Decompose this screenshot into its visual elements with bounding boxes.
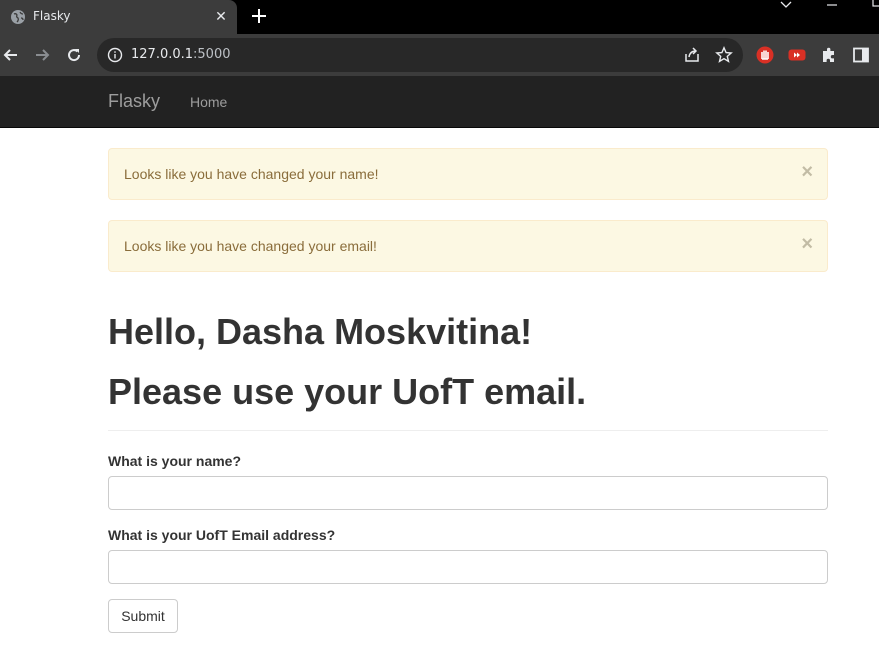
- address-bar[interactable]: 127.0.0.1:5000: [97, 38, 743, 72]
- chevron-down-icon[interactable]: [775, 0, 797, 12]
- stop-hand-extension-icon[interactable]: [755, 45, 775, 65]
- browser-tab[interactable]: Flasky ✕: [0, 0, 237, 34]
- name-input[interactable]: [108, 476, 828, 510]
- tab-title: Flasky: [33, 9, 71, 23]
- email-label: What is your UofT Email address?: [108, 527, 336, 543]
- submit-button[interactable]: Submit: [108, 599, 178, 633]
- url-host: 127.0.0.1: [131, 47, 194, 62]
- alert-text: Looks like you have changed your name!: [124, 166, 379, 182]
- nav-link-home[interactable]: Home: [190, 94, 227, 110]
- close-icon[interactable]: ✕: [212, 7, 230, 25]
- back-arrow-icon[interactable]: [1, 45, 21, 65]
- browser-tab-strip: Flasky ✕: [0, 0, 879, 34]
- alert-text: Looks like you have changed your email!: [124, 238, 377, 254]
- url-port: :5000: [193, 47, 231, 62]
- email-input[interactable]: [108, 550, 828, 584]
- info-icon[interactable]: [107, 47, 123, 63]
- share-icon[interactable]: [683, 46, 701, 64]
- navbar-brand[interactable]: Flasky: [108, 91, 160, 112]
- site-navbar: Flasky Home: [0, 76, 879, 128]
- youtube-extension-icon[interactable]: [787, 45, 807, 65]
- alert-email-changed: Looks like you have changed your email! …: [108, 220, 828, 272]
- star-icon[interactable]: [715, 46, 733, 64]
- alert-close-button[interactable]: ×: [801, 234, 813, 254]
- maximize-icon[interactable]: [866, 0, 879, 12]
- browser-toolbar: 127.0.0.1:5000: [0, 34, 879, 76]
- minimize-icon[interactable]: [821, 0, 843, 12]
- alert-name-changed: Looks like you have changed your name! ×: [108, 148, 828, 200]
- header-divider: [108, 430, 828, 431]
- notice-heading: Please use your UofT email.: [108, 371, 587, 412]
- side-panel-icon[interactable]: [851, 45, 871, 65]
- reload-icon[interactable]: [64, 45, 84, 65]
- name-label: What is your name?: [108, 453, 242, 469]
- forward-arrow-icon[interactable]: [32, 45, 52, 65]
- puzzle-icon[interactable]: [819, 45, 839, 65]
- url-text: 127.0.0.1:5000: [131, 47, 231, 62]
- globe-icon: [11, 10, 25, 24]
- alert-close-button[interactable]: ×: [801, 162, 813, 182]
- plus-icon[interactable]: [248, 5, 270, 27]
- greeting-heading: Hello, Dasha Moskvitina!: [108, 311, 533, 352]
